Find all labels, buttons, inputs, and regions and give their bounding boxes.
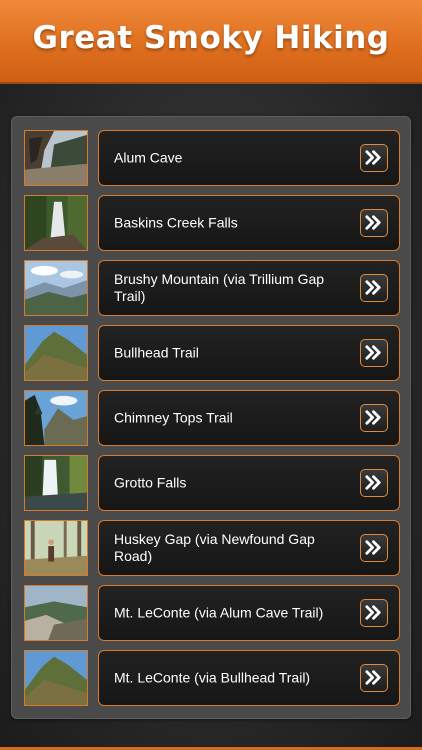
trail-thumbnail xyxy=(24,585,88,641)
trail-list: Alum Cave Baskins Creek Falls Brushy Mou… xyxy=(11,116,411,719)
trail-thumbnail xyxy=(24,195,88,251)
trail-item-button[interactable]: Brushy Mountain (via Trillium Gap Trail) xyxy=(98,260,400,316)
trail-thumbnail xyxy=(24,455,88,511)
trail-name: Baskins Creek Falls xyxy=(114,214,238,231)
trail-thumbnail xyxy=(24,650,88,706)
app-title: Great Smoky Hiking xyxy=(32,20,390,56)
double-chevron-right-icon[interactable] xyxy=(360,144,388,172)
app-header: Great Smoky Hiking xyxy=(0,0,422,84)
double-chevron-right-icon[interactable] xyxy=(360,664,388,692)
trail-thumbnail xyxy=(24,260,88,316)
trail-thumbnail xyxy=(24,390,88,446)
list-item[interactable]: Alum Cave xyxy=(12,129,412,187)
trail-name: Mt. LeConte (via Bullhead Trail) xyxy=(114,669,311,686)
trail-name: Brushy Mountain (via Trillium Gap Trail) xyxy=(114,271,325,304)
double-chevron-right-icon[interactable] xyxy=(360,404,388,432)
double-chevron-right-icon[interactable] xyxy=(360,469,388,497)
list-item[interactable]: Bullhead Trail xyxy=(12,324,412,382)
trail-name: Huskey Gap (via Newfound Gap Road) xyxy=(114,531,315,564)
list-item[interactable]: Mt. LeConte (via Bullhead Trail) xyxy=(12,649,412,707)
trail-name: Bullhead Trail xyxy=(114,344,199,361)
trail-item-button[interactable]: Chimney Tops Trail xyxy=(98,390,400,446)
trail-item-button[interactable]: Huskey Gap (via Newfound Gap Road) xyxy=(98,520,400,576)
trail-name: Mt. LeConte (via Alum Cave Trail) xyxy=(114,604,324,621)
trail-item-button[interactable]: Alum Cave xyxy=(98,130,400,186)
trail-thumbnail xyxy=(24,325,88,381)
list-item[interactable]: Huskey Gap (via Newfound Gap Road) xyxy=(12,519,412,577)
trail-item-button[interactable]: Bullhead Trail xyxy=(98,325,400,381)
trail-name: Alum Cave xyxy=(114,149,183,166)
list-item[interactable]: Baskins Creek Falls xyxy=(12,194,412,252)
list-item[interactable]: Grotto Falls xyxy=(12,454,412,512)
list-item[interactable]: Brushy Mountain (via Trillium Gap Trail) xyxy=(12,259,412,317)
double-chevron-right-icon[interactable] xyxy=(360,209,388,237)
trail-item-button[interactable]: Mt. LeConte (via Bullhead Trail) xyxy=(98,650,400,706)
trail-name: Chimney Tops Trail xyxy=(114,409,233,426)
list-item[interactable]: Mt. LeConte (via Alum Cave Trail) xyxy=(12,584,412,642)
trail-item-button[interactable]: Mt. LeConte (via Alum Cave Trail) xyxy=(98,585,400,641)
trail-thumbnail xyxy=(24,520,88,576)
double-chevron-right-icon[interactable] xyxy=(360,534,388,562)
double-chevron-right-icon[interactable] xyxy=(360,274,388,302)
double-chevron-right-icon[interactable] xyxy=(360,599,388,627)
trail-name: Grotto Falls xyxy=(114,474,187,491)
trail-item-button[interactable]: Grotto Falls xyxy=(98,455,400,511)
trail-item-button[interactable]: Baskins Creek Falls xyxy=(98,195,400,251)
trail-thumbnail xyxy=(24,130,88,186)
double-chevron-right-icon[interactable] xyxy=(360,339,388,367)
list-item[interactable]: Chimney Tops Trail xyxy=(12,389,412,447)
